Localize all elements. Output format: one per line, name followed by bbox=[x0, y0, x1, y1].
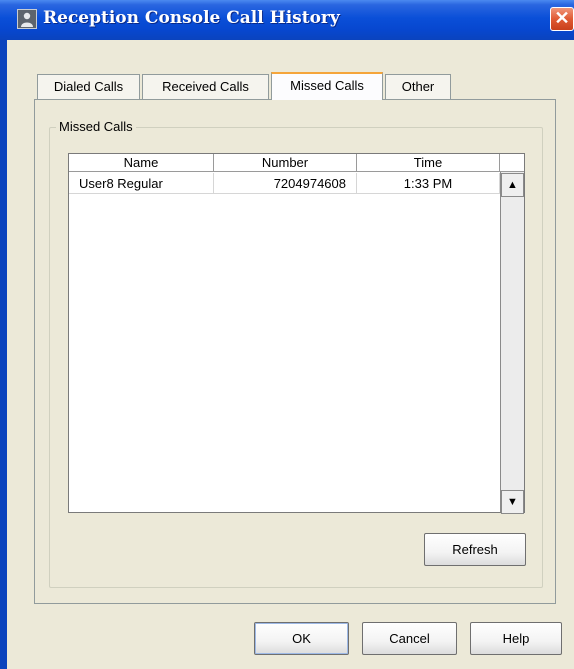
group-label: Missed Calls bbox=[56, 119, 136, 134]
cell-name[interactable]: User8 Regular bbox=[69, 173, 214, 194]
window-title: Reception Console Call History bbox=[43, 8, 340, 28]
arrow-down-icon[interactable]: ▼ bbox=[501, 490, 524, 514]
tab-dialed-calls[interactable]: Dialed Calls bbox=[37, 74, 140, 99]
close-icon[interactable]: ✕ bbox=[550, 7, 574, 31]
cell-time[interactable]: 1:33 PM bbox=[357, 173, 500, 194]
cell-number[interactable]: 7204974608 bbox=[214, 173, 357, 194]
call-history-dialog: Reception Console Call History ✕ Dialed … bbox=[0, 0, 574, 669]
column-header-name[interactable]: Name bbox=[69, 154, 214, 172]
title-bar[interactable]: Reception Console Call History ✕ bbox=[0, 0, 574, 40]
tab-missed-calls[interactable]: Missed Calls bbox=[271, 72, 383, 100]
refresh-button[interactable]: Refresh bbox=[424, 533, 526, 566]
help-button[interactable]: Help bbox=[470, 622, 562, 655]
window-frame-left bbox=[0, 40, 7, 669]
cancel-button[interactable]: Cancel bbox=[362, 622, 457, 655]
table-header-corner bbox=[500, 154, 524, 172]
tab-other[interactable]: Other bbox=[385, 74, 451, 99]
missed-calls-table[interactable] bbox=[68, 153, 525, 513]
column-header-time[interactable]: Time bbox=[357, 154, 500, 172]
person-icon bbox=[17, 9, 37, 29]
tab-received-calls[interactable]: Received Calls bbox=[142, 74, 269, 99]
arrow-up-icon[interactable]: ▲ bbox=[501, 173, 524, 197]
ok-button[interactable]: OK bbox=[254, 622, 349, 655]
vertical-scrollbar[interactable] bbox=[500, 172, 524, 512]
column-header-number[interactable]: Number bbox=[214, 154, 357, 172]
